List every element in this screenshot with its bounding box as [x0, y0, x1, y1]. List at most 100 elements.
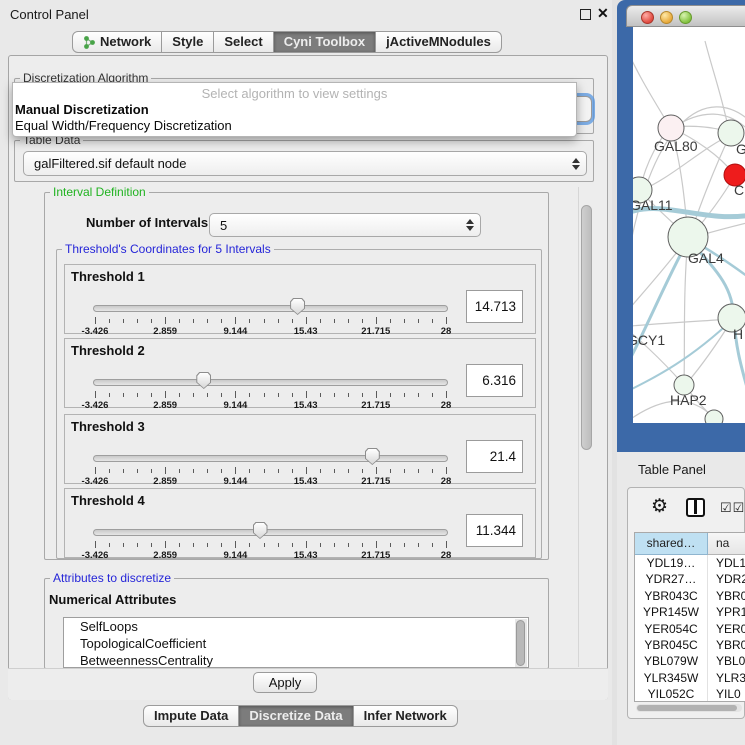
node-label: GAL80 [654, 138, 698, 154]
tick [235, 467, 236, 474]
network-window[interactable]: GAL80GACGAL11GAL4GCY1HHAP2 [617, 0, 745, 452]
tick [278, 469, 279, 473]
table-row[interactable]: YIL052CYIL0 [635, 686, 745, 702]
zoom-window-icon[interactable] [679, 11, 692, 24]
minimize-window-icon[interactable] [660, 11, 673, 24]
close-window-icon[interactable] [641, 11, 654, 24]
table-row[interactable]: YBR043CYBR0 [635, 588, 745, 604]
cell-name[interactable]: YBL0 [708, 653, 745, 669]
threshold-slider-handle[interactable] [365, 448, 380, 465]
table-horizontal-scrollbar[interactable] [636, 704, 742, 712]
tick [137, 543, 138, 547]
close-panel-icon[interactable]: ✕ [597, 5, 609, 22]
cell-shared-name[interactable]: YBR043C [635, 588, 708, 604]
threshold-value-field[interactable]: 6.316 [466, 364, 523, 397]
cell-shared-name[interactable]: YIL052C [635, 686, 708, 702]
cell-shared-name[interactable]: YBL079W [635, 653, 708, 669]
tick [235, 317, 236, 324]
settings-vertical-scrollbar[interactable] [578, 187, 594, 667]
table-row[interactable]: YPR145WYPR1 [635, 604, 745, 620]
cell-name[interactable]: YER0 [708, 621, 745, 637]
threshold-slider-handle[interactable] [290, 298, 305, 315]
attributes-list-scrollbar[interactable] [515, 619, 527, 667]
gear-icon[interactable]: ⚙ [651, 495, 668, 518]
scrollbar-thumb[interactable] [516, 620, 525, 666]
cell-name[interactable]: YPR1 [708, 604, 745, 620]
cell-shared-name[interactable]: YDR27… [635, 571, 708, 587]
threshold-slider-track[interactable] [93, 305, 448, 312]
threshold-value-field[interactable]: 11.344 [466, 514, 523, 547]
table-header-row: shared… na [635, 533, 745, 555]
scrollbar-thumb[interactable] [637, 705, 737, 711]
cell-name[interactable]: YIL0 [708, 686, 745, 702]
column-header-shared-name[interactable]: shared… [635, 533, 708, 555]
tick-label: 2.859 [153, 400, 177, 411]
attribute-item-topologicalcoefficient[interactable]: TopologicalCoefficient [64, 635, 528, 652]
algorithm-dropdown-placeholder[interactable]: Select algorithm to view settings [13, 85, 576, 102]
table-row[interactable]: YER054CYER0 [635, 621, 745, 637]
cell-name[interactable]: YBR0 [708, 588, 745, 604]
cell-name[interactable]: YDL1 [708, 555, 745, 571]
control-panel-title: Control Panel [10, 7, 89, 22]
threshold-slider-track[interactable] [93, 455, 448, 462]
tick [249, 319, 250, 323]
tab-jactivemnodules[interactable]: jActiveMNodules [376, 31, 502, 53]
tab-label: jActiveMNodules [386, 32, 491, 52]
select-columns-checkbox-icons[interactable]: ☑☑ [720, 500, 745, 516]
dropdown-item-equal-width-frequency-discretization[interactable]: Equal Width/Frequency Discretization [13, 118, 576, 134]
threshold-value-field[interactable]: 21.4 [466, 440, 523, 473]
float-window-icon[interactable] [580, 9, 591, 20]
table-data-combobox[interactable]: galFiltered.sif default node [23, 151, 587, 176]
attribute-item-betweennesscentrality[interactable]: BetweennessCentrality [64, 652, 528, 668]
tick [320, 543, 321, 547]
cell-shared-name[interactable]: YDL19… [635, 555, 708, 571]
threshold-slider-handle[interactable] [196, 372, 211, 389]
tab-impute-data[interactable]: Impute Data [143, 705, 239, 727]
tab-select[interactable]: Select [214, 31, 273, 53]
tab-cyni-toolbox[interactable]: Cyni Toolbox [274, 31, 376, 53]
tab-infer-network[interactable]: Infer Network [354, 705, 458, 727]
apply-button[interactable]: Apply [253, 672, 317, 693]
table-row[interactable]: YBL079WYBL0 [635, 653, 745, 669]
cell-name[interactable]: YDR2 [708, 571, 745, 587]
cell-name[interactable]: YLR3 [708, 670, 745, 686]
tick-label: 2.859 [153, 476, 177, 487]
table-row[interactable]: YLR345WYLR3 [635, 670, 745, 686]
tab-network[interactable]: Network [72, 31, 162, 53]
cell-name[interactable]: YBR0 [708, 637, 745, 653]
cell-shared-name[interactable]: YER054C [635, 621, 708, 637]
threshold-slider-track[interactable] [93, 529, 448, 536]
tick [165, 541, 166, 548]
dropdown-item-manual-discretization[interactable]: Manual Discretization [13, 102, 576, 118]
table-row[interactable]: YBR045CYBR0 [635, 637, 745, 653]
cell-shared-name[interactable]: YBR045C [635, 637, 708, 653]
table-row[interactable]: YDR27…YDR2 [635, 571, 745, 587]
network-node[interactable] [705, 410, 723, 423]
column-header-name[interactable]: na [708, 533, 745, 555]
attribute-item-selfloops[interactable]: SelfLoops [64, 618, 528, 635]
table-row[interactable]: YDL19…YDL1 [635, 555, 745, 571]
node-label: GCY1 [633, 332, 665, 348]
num-intervals-label: Number of Intervals [86, 215, 208, 230]
tab-style[interactable]: Style [162, 31, 214, 53]
tick-label: 28 [441, 550, 452, 561]
tick [123, 543, 124, 547]
num-intervals-combobox[interactable]: 5 [209, 213, 481, 237]
cell-shared-name[interactable]: YPR145W [635, 604, 708, 620]
node-table[interactable]: shared… na YDL19…YDL1YDR27…YDR2YBR043CYB… [634, 532, 745, 702]
threshold-value-field[interactable]: 14.713 [466, 290, 523, 323]
tick [334, 543, 335, 547]
cell-shared-name[interactable]: YLR345W [635, 670, 708, 686]
tick [292, 393, 293, 397]
numerical-attributes-list[interactable]: SelfLoopsTopologicalCoefficientBetweenne… [63, 617, 529, 668]
threshold-slider-track[interactable] [93, 379, 448, 386]
tick [320, 469, 321, 473]
scrollbar-thumb[interactable] [581, 205, 592, 450]
network-window-titlebar[interactable] [626, 5, 745, 27]
columns-icon[interactable] [686, 498, 705, 517]
threshold-slider-handle[interactable] [253, 522, 268, 539]
network-canvas[interactable]: GAL80GACGAL11GAL4GCY1HHAP2 [633, 27, 745, 423]
tick-label: 2.859 [153, 326, 177, 337]
slider-tick-marks: -3.4262.8599.14415.4321.71528 [95, 467, 446, 485]
tab-discretize-data[interactable]: Discretize Data [239, 705, 353, 727]
